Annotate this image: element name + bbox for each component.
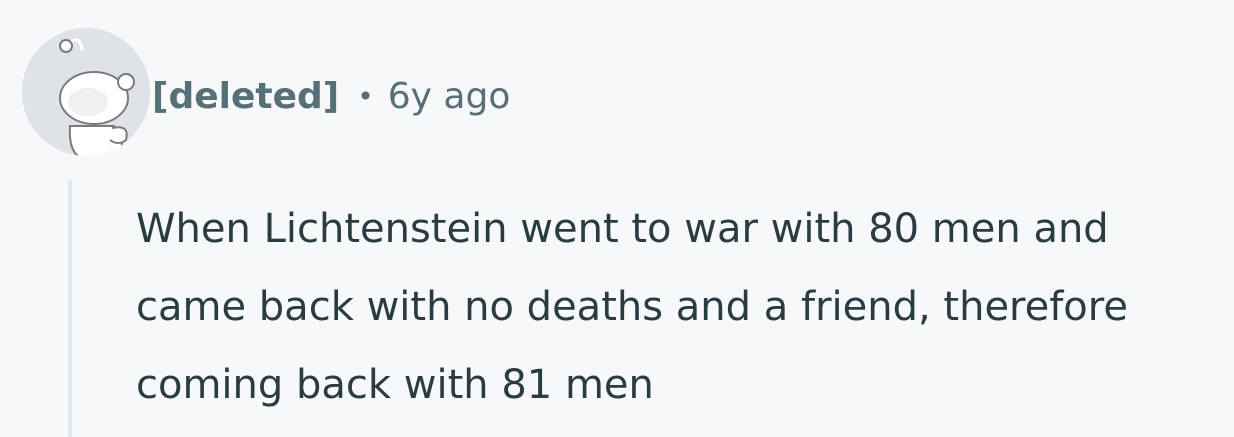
comment-body: When Lichtenstein went to war with 80 me… — [136, 206, 1128, 408]
comment-timestamp[interactable]: 6y ago — [388, 76, 511, 117]
author-name[interactable]: [deleted] — [152, 76, 339, 117]
comment: [deleted] • 6y ago When Lichtenstein wen… — [0, 0, 1234, 437]
comment-meta: [deleted] • 6y ago — [152, 66, 510, 126]
meta-separator: • — [357, 79, 374, 113]
reddit-snoo-icon — [22, 28, 150, 156]
thread-collapse-line[interactable] — [68, 180, 72, 437]
avatar[interactable] — [22, 28, 150, 156]
